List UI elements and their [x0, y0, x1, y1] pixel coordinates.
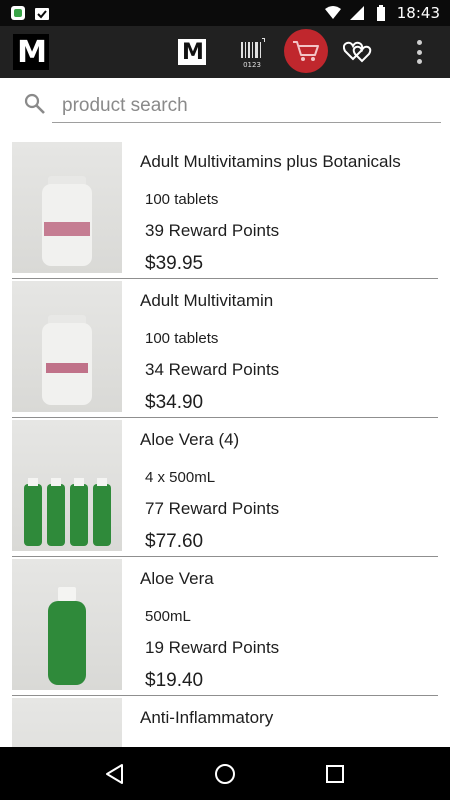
product-price: $39.95: [145, 253, 204, 274]
wifi-icon: [324, 6, 341, 19]
battery-icon: [376, 5, 385, 21]
barcode-scan-icon: 0123: [241, 38, 265, 69]
barcode-caption: 0123: [243, 61, 261, 68]
barcode-scan-button[interactable]: 0123: [238, 38, 266, 69]
product-image: [12, 698, 122, 747]
product-image: [12, 281, 122, 412]
overflow-menu-icon: [416, 40, 422, 45]
app-logo[interactable]: M: [13, 34, 49, 70]
product-reward-points: 19 Reward Points: [145, 638, 280, 657]
product-image: [12, 420, 122, 551]
back-icon: [106, 763, 123, 784]
product-size: 100 tablets: [145, 191, 219, 208]
product-reward-points: 34 Reward Points: [145, 360, 280, 379]
recents-button[interactable]: [320, 759, 350, 789]
product-item[interactable]: Anti-Inflammatory: [0, 696, 450, 747]
cart-button[interactable]: [284, 29, 328, 73]
product-item[interactable]: Adult Multivitamin 100 tablets 34 Reward…: [0, 279, 450, 418]
search-bar: [0, 78, 450, 130]
notification-check-icon: [35, 8, 49, 20]
brand-button-letter: M: [182, 39, 204, 65]
recents-icon: [326, 764, 344, 783]
notification-app-icon: [11, 6, 25, 20]
product-item[interactable]: Aloe Vera (4) 4 x 500mL 77 Reward Points…: [0, 418, 450, 557]
supplement-bottle-image: [42, 176, 92, 266]
product-price: $77.60: [145, 531, 204, 552]
aloe-bottles-image: [24, 478, 111, 546]
product-name: Adult Multivitamin: [140, 291, 274, 310]
product-reward-points: 77 Reward Points: [145, 499, 280, 518]
system-nav-bar: [0, 747, 450, 800]
product-size: 500mL: [145, 608, 191, 625]
product-price: $34.90: [145, 392, 204, 413]
app-bar: M M 0123: [0, 26, 450, 78]
product-list: Adult Multivitamins plus Botanicals 100 …: [0, 140, 450, 747]
status-time: 18:43: [396, 4, 440, 22]
product-item[interactable]: Adult Multivitamins plus Botanicals 100 …: [0, 140, 450, 279]
brand-button[interactable]: M: [178, 39, 206, 65]
product-item[interactable]: Aloe Vera 500mL 19 Reward Points $19.40: [0, 557, 450, 696]
home-icon: [215, 763, 235, 784]
search-icon[interactable]: [24, 93, 46, 115]
supplement-bottle-image: [42, 315, 92, 405]
logo-letter: M: [17, 34, 47, 70]
back-button[interactable]: [100, 759, 130, 789]
product-image: [12, 142, 122, 273]
cart-icon: [293, 41, 319, 61]
wishlist-hearts-icon: [342, 41, 372, 63]
home-button[interactable]: [210, 759, 240, 789]
product-price: $19.40: [145, 670, 204, 691]
signal-icon: [349, 6, 364, 20]
wishlist-button[interactable]: [342, 39, 373, 65]
aloe-bottle-image: [48, 587, 86, 685]
overflow-menu-button[interactable]: [414, 38, 424, 66]
product-name: Adult Multivitamins plus Botanicals: [140, 152, 401, 171]
product-reward-points: 39 Reward Points: [145, 221, 280, 240]
product-name: Anti-Inflammatory: [140, 708, 274, 727]
product-size: 100 tablets: [145, 330, 219, 347]
product-name: Aloe Vera (4): [140, 430, 240, 449]
search-input[interactable]: [52, 89, 441, 123]
product-size: 4 x 500mL: [145, 469, 216, 486]
product-image: [12, 559, 122, 690]
product-name: Aloe Vera: [140, 569, 214, 588]
status-bar: 18:43: [0, 0, 450, 26]
